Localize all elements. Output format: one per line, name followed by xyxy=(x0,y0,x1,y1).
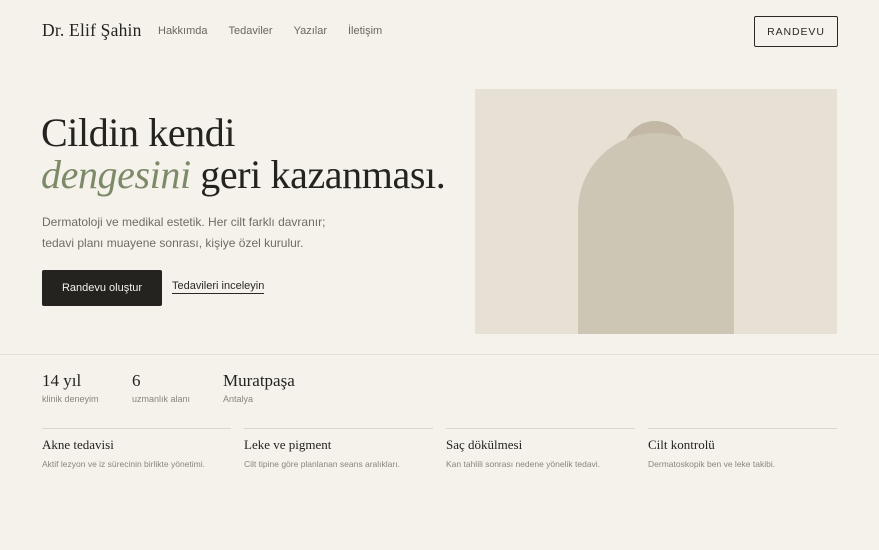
service-card-hair-loss[interactable]: Saç dökülmesi Kan tahlili sonrası nedene… xyxy=(446,428,635,469)
hero-description-line1: Dermatoloji ve medikal estetik. Her cilt… xyxy=(42,215,326,229)
service-description: Kan tahlili sonrası nedene yönelik tedav… xyxy=(446,459,601,469)
nav-link-treatments[interactable]: Tedaviler xyxy=(229,25,273,37)
service-card-acne[interactable]: Akne tedavisi Aktif lezyon ve iz sürecin… xyxy=(42,428,231,469)
brand-logo[interactable]: Dr. Elif Şahin xyxy=(42,20,142,41)
service-description: Aktif lezyon ve iz sürecinin birlikte yö… xyxy=(42,459,205,469)
hero-title: Cildin kendi dengesini geri kazanması. xyxy=(41,110,446,197)
main-nav: Hakkımda Tedaviler Yazılar İletişim xyxy=(158,25,403,37)
view-treatments-link[interactable]: Tedavileri inceleyin xyxy=(172,280,265,294)
appointment-button[interactable]: RANDEVU xyxy=(754,16,838,47)
hero-description: Dermatoloji ve medikal estetik. Her cilt… xyxy=(42,212,342,254)
service-card-pigment[interactable]: Leke ve pigment Cilt tipine göre planlan… xyxy=(244,428,433,469)
stat-specialties: 6 uzmanlık alanı xyxy=(132,371,190,404)
stat-label: Antalya xyxy=(223,394,254,404)
service-title: Saç dökülmesi xyxy=(446,437,523,452)
service-title: Cilt kontrolü xyxy=(648,437,715,452)
site-header: Dr. Elif Şahin Hakkımda Tedaviler Yazıla… xyxy=(0,0,879,64)
stat-label: uzmanlık alanı xyxy=(132,394,191,404)
service-title: Leke ve pigment xyxy=(244,437,332,452)
hero-title-line1: Cildin kendi xyxy=(41,110,236,155)
stat-label: klinik deneyim xyxy=(42,394,99,404)
service-description: Dermatoskopik ben ve leke takibi. xyxy=(648,459,776,469)
page: Dr. Elif Şahin Hakkımda Tedaviler Yazıla… xyxy=(0,0,879,550)
service-description: Cilt tipine göre planlanan seans aralıkl… xyxy=(244,459,400,469)
hero-title-line2: dengesini geri kazanması. xyxy=(41,152,446,197)
nav-link-about[interactable]: Hakkımda xyxy=(158,25,208,37)
stat-experience: 14 yıl klinik deneyim xyxy=(42,371,99,404)
hero-title-accent: dengesini xyxy=(41,152,191,197)
arch-front-shape xyxy=(578,133,734,334)
hero-title-rest: geri kazanması. xyxy=(190,152,446,197)
stat-value: 6 xyxy=(132,371,141,390)
stat-value: 14 yıl xyxy=(42,371,82,390)
nav-link-contact[interactable]: İletişim xyxy=(348,25,382,37)
hero-description-line2: tedavi planı muayene sonrası, kişiye öze… xyxy=(42,236,304,250)
stat-location: Muratpaşa Antalya xyxy=(223,371,295,404)
service-card-skin-check[interactable]: Cilt kontrolü Dermatoskopik ben ve leke … xyxy=(648,428,837,469)
stat-value: Muratpaşa xyxy=(223,371,295,390)
nav-link-articles[interactable]: Yazılar xyxy=(294,25,327,37)
create-appointment-button[interactable]: Randevu oluştur xyxy=(42,270,162,306)
hero-image xyxy=(475,89,837,334)
service-title: Akne tedavisi xyxy=(42,437,114,452)
section-divider xyxy=(0,354,879,355)
